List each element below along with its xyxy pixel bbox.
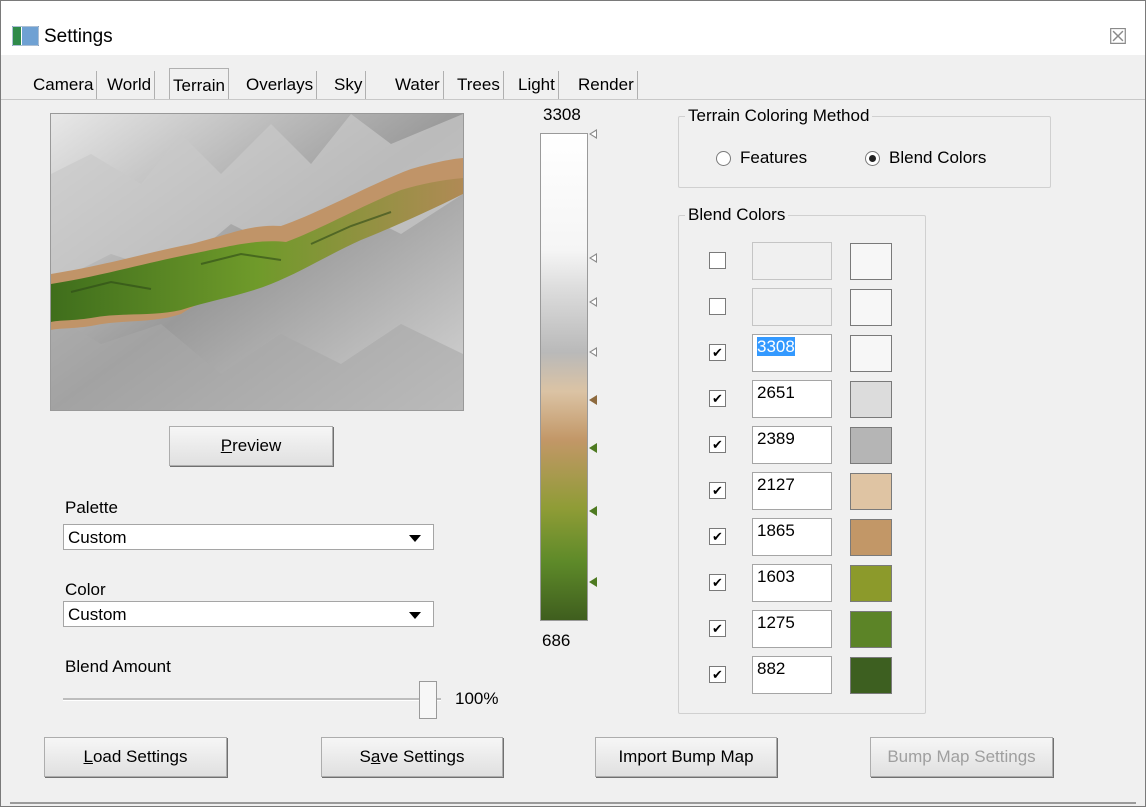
blend-row-elevation-input[interactable]: 2389 xyxy=(752,426,832,464)
blend-row-elevation-value: 2651 xyxy=(757,383,795,402)
terrain-preview-image xyxy=(50,113,464,411)
gradient-max-label: 3308 xyxy=(543,105,581,124)
blend-row-elevation-value: 882 xyxy=(757,659,786,678)
preview-label: review xyxy=(232,436,282,455)
blend-row-elevation-value: 3308 xyxy=(757,337,795,356)
blend-row-color-swatch[interactable] xyxy=(850,473,892,510)
blend-row-checkbox[interactable]: ✔ xyxy=(709,666,726,683)
gradient-min-label: 686 xyxy=(542,631,571,650)
gradient-stop-marker[interactable] xyxy=(589,347,597,357)
tab-light[interactable]: Light xyxy=(515,71,559,99)
tab-trees[interactable]: Trees xyxy=(454,71,504,99)
blend-row-color-swatch[interactable] xyxy=(850,565,892,602)
gradient-stop-marker[interactable] xyxy=(589,506,597,516)
gradient-stop-marker[interactable] xyxy=(589,577,597,587)
blend-row-checkbox[interactable]: ✔ xyxy=(709,344,726,361)
blend-row-elevation-value: 2389 xyxy=(757,429,795,448)
palette-dropdown[interactable]: Custom xyxy=(63,524,434,550)
save-label: ve Settings xyxy=(380,747,465,766)
tab-camera[interactable]: Camera xyxy=(30,71,98,99)
tab-world[interactable]: World xyxy=(104,71,156,99)
blend-row-checkbox[interactable]: ✔ xyxy=(709,482,726,499)
settings-window: Settings ☒ Camera World Terrain Overlays… xyxy=(0,0,1146,807)
blend-row-checkbox[interactable]: ✔ xyxy=(709,390,726,407)
blend-row-elevation-input[interactable]: 1275 xyxy=(752,610,832,648)
features-label[interactable]: Features xyxy=(740,148,807,168)
bump-map-settings-button[interactable]: Bump Map Settings xyxy=(870,737,1053,777)
blend-row-elevation-input[interactable] xyxy=(752,288,832,326)
gradient-stop-marker[interactable] xyxy=(589,443,597,453)
coloring-method-title: Terrain Coloring Method xyxy=(685,106,873,126)
blend-row-elevation-input[interactable]: 3308 xyxy=(752,334,832,372)
save-settings-button[interactable]: Save Settings xyxy=(321,737,503,777)
blend-row-elevation-value: 1275 xyxy=(757,613,795,632)
blend-row-checkbox[interactable]: ✔ xyxy=(709,620,726,637)
color-value: Custom xyxy=(68,605,127,624)
blend-row-elevation-value: 1865 xyxy=(757,521,795,540)
blend-amount-slider-track[interactable] xyxy=(63,698,441,701)
blend-row-color-swatch[interactable] xyxy=(850,289,892,326)
preview-mnemonic: P xyxy=(220,436,233,455)
load-settings-button[interactable]: Load Settings xyxy=(44,737,227,777)
elevation-gradient-bar xyxy=(540,133,588,621)
palette-value: Custom xyxy=(68,528,127,547)
blend-row-elevation-value: 1603 xyxy=(757,567,795,586)
app-icon xyxy=(12,26,39,46)
blend-row-color-swatch[interactable] xyxy=(850,335,892,372)
blend-row-color-swatch[interactable] xyxy=(850,657,892,694)
load-label: oad Settings xyxy=(92,747,188,766)
blend-row-color-swatch[interactable] xyxy=(850,243,892,280)
save-mnemonic: a xyxy=(370,747,381,766)
import-bump-map-button[interactable]: Import Bump Map xyxy=(595,737,777,777)
tab-sky[interactable]: Sky xyxy=(331,71,367,99)
close-button[interactable]: ☒ xyxy=(1097,21,1139,53)
tab-terrain[interactable]: Terrain xyxy=(169,68,229,99)
tab-water[interactable]: Water xyxy=(392,71,444,99)
gradient-stop-marker[interactable] xyxy=(589,297,597,307)
title-bar[interactable]: Settings ☒ xyxy=(1,1,1145,55)
chevron-down-icon xyxy=(409,612,421,619)
gradient-stop-marker[interactable] xyxy=(589,129,597,139)
blend-row-elevation-value: 2127 xyxy=(757,475,795,494)
blend-colors-radio[interactable] xyxy=(865,151,880,166)
blend-row-color-swatch[interactable] xyxy=(850,519,892,556)
bottom-border xyxy=(10,802,1136,804)
chevron-down-icon xyxy=(409,535,421,542)
blend-row-elevation-input[interactable]: 882 xyxy=(752,656,832,694)
blend-row-elevation-input[interactable] xyxy=(752,242,832,280)
blend-row-elevation-input[interactable]: 2651 xyxy=(752,380,832,418)
blend-row-elevation-input[interactable]: 2127 xyxy=(752,472,832,510)
color-dropdown[interactable]: Custom xyxy=(63,601,434,627)
features-radio[interactable] xyxy=(716,151,731,166)
blend-amount-label: Blend Amount xyxy=(65,657,171,676)
blend-amount-slider-thumb[interactable] xyxy=(419,681,437,719)
color-label: Color xyxy=(65,580,106,599)
blend-colors-radio-label[interactable]: Blend Colors xyxy=(889,148,986,168)
blend-row-color-swatch[interactable] xyxy=(850,427,892,464)
load-mnemonic: L xyxy=(83,747,93,766)
blend-colors-title: Blend Colors xyxy=(685,205,789,225)
blend-row-checkbox[interactable] xyxy=(709,252,726,269)
tab-overlays[interactable]: Overlays xyxy=(243,71,318,99)
blend-row-checkbox[interactable]: ✔ xyxy=(709,436,726,453)
gradient-stop-marker[interactable] xyxy=(589,253,597,263)
close-icon: ☒ xyxy=(1108,24,1128,49)
blend-row-checkbox[interactable]: ✔ xyxy=(709,528,726,545)
tab-render[interactable]: Render xyxy=(575,71,638,99)
blend-amount-value: 100% xyxy=(455,689,499,708)
blend-row-elevation-input[interactable]: 1865 xyxy=(752,518,832,556)
blend-row-elevation-input[interactable]: 1603 xyxy=(752,564,832,602)
blend-row-checkbox[interactable]: ✔ xyxy=(709,574,726,591)
blend-row-color-swatch[interactable] xyxy=(850,381,892,418)
gradient-stop-marker[interactable] xyxy=(589,395,597,405)
preview-button[interactable]: Preview xyxy=(169,426,333,466)
blend-row-color-swatch[interactable] xyxy=(850,611,892,648)
window-title: Settings xyxy=(44,26,113,47)
palette-label: Palette xyxy=(65,498,118,517)
blend-row-checkbox[interactable] xyxy=(709,298,726,315)
save-pre: S xyxy=(359,747,371,766)
coloring-method-group: Terrain Coloring Method Features Blend C… xyxy=(678,106,1051,188)
